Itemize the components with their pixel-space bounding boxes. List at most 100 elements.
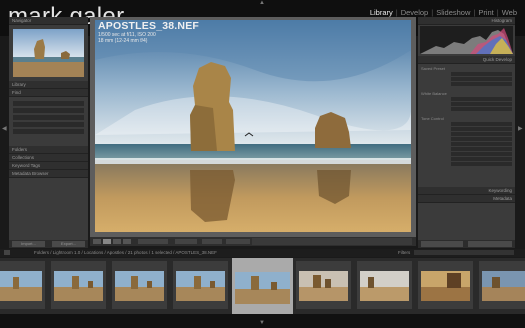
sync-settings-button[interactable] xyxy=(421,241,463,247)
metadata-browser-label: Metadata Browser xyxy=(12,171,49,176)
keywording-label: Keywording xyxy=(488,188,512,193)
module-print[interactable]: Print xyxy=(476,8,495,17)
navigator-label: Navigator xyxy=(12,18,32,23)
navigator-header[interactable]: Navigator xyxy=(9,17,88,25)
metadata-label: Metadata xyxy=(493,196,512,201)
keyword-tags-label: Keyword Tags xyxy=(12,163,41,168)
main-photo[interactable] xyxy=(95,20,411,232)
find-rule-2[interactable] xyxy=(13,108,84,113)
find-rule-5[interactable] xyxy=(13,129,84,134)
tone-control-label: Tone Control xyxy=(421,116,444,121)
white-balance-group: White Balance xyxy=(418,89,515,114)
module-library[interactable]: Library xyxy=(368,8,395,17)
folders-section[interactable]: Folders xyxy=(9,146,88,154)
collections-section[interactable]: Collections xyxy=(9,154,88,162)
module-picker: Library | Develop | Slideshow | Print | Web xyxy=(368,8,519,17)
left-panel: Navigator Library Find Folders Collectio… xyxy=(9,17,88,241)
second-window-button[interactable] xyxy=(4,250,10,255)
saved-preset-label: Saved Preset xyxy=(421,66,446,71)
collapse-top-triangle-icon[interactable]: ▲ xyxy=(259,0,265,6)
library-section[interactable]: Library xyxy=(9,81,88,89)
brightness-buttons[interactable] xyxy=(451,147,512,151)
find-rule-3[interactable] xyxy=(13,115,84,120)
library-label: Library xyxy=(12,82,26,87)
filmstrip-thumbnail[interactable] xyxy=(0,261,45,309)
module-develop[interactable]: Develop xyxy=(399,8,431,17)
main-photo-image xyxy=(95,20,411,232)
filmstrip-thumbnail[interactable] xyxy=(357,261,412,309)
toolbar xyxy=(90,237,416,246)
preset-dropdown[interactable] xyxy=(451,72,512,76)
navigator-thumbnail xyxy=(13,29,84,77)
thumbnail-image xyxy=(235,272,290,304)
filmstrip-thumbnail-selected[interactable] xyxy=(232,258,293,314)
exposure-buttons[interactable] xyxy=(451,127,512,131)
white-balance-dropdown[interactable] xyxy=(451,97,512,101)
module-web[interactable]: Web xyxy=(500,8,519,17)
find-section[interactable]: Find xyxy=(9,89,88,97)
white-balance-label: White Balance xyxy=(421,91,447,96)
quick-develop-label: Quick Develop xyxy=(482,57,512,62)
photo-info-overlay: 1/500 sec at f/11, ISO 200 18 mm (12-24 … xyxy=(98,32,156,44)
crop-ratio-dropdown[interactable] xyxy=(451,77,512,81)
find-fields xyxy=(9,97,88,138)
histogram-label: Histogram xyxy=(491,18,512,23)
histogram-header[interactable]: Histogram xyxy=(418,17,515,25)
tint-buttons[interactable] xyxy=(451,107,512,111)
auto-tone-button[interactable] xyxy=(451,122,512,126)
filmstrip xyxy=(0,258,525,314)
keywording-header[interactable]: Keywording xyxy=(418,187,515,195)
fill-light-buttons[interactable] xyxy=(451,137,512,141)
filmstrip-bar: Folders / Lightroom 1.0 / Locations / Ap… xyxy=(0,249,525,257)
thumbnail-image xyxy=(482,271,525,301)
metadata-header[interactable]: Metadata xyxy=(418,195,515,203)
find-label: Find xyxy=(12,90,21,95)
saved-preset-group: Saved Preset xyxy=(418,64,515,89)
collapse-left-triangle-icon[interactable]: ◀ xyxy=(2,125,7,132)
vibrance-buttons[interactable] xyxy=(451,157,512,161)
compare-view-button[interactable] xyxy=(113,239,121,244)
source-path[interactable]: Folders / Lightroom 1.0 / Locations / Ap… xyxy=(34,250,217,255)
histogram[interactable] xyxy=(420,26,513,54)
loupe-view-button[interactable] xyxy=(103,239,111,244)
collapse-bottom-triangle-icon[interactable]: ▼ xyxy=(259,320,265,326)
collapse-right-triangle-icon[interactable]: ▶ xyxy=(518,125,523,132)
grid-view-button[interactable] xyxy=(93,239,101,244)
thumbnail-image xyxy=(360,271,409,301)
export-button[interactable]: Export... xyxy=(52,241,85,247)
temperature-buttons[interactable] xyxy=(451,102,512,106)
metadata-browser-section[interactable]: Metadata Browser xyxy=(9,170,88,178)
find-rule-1[interactable] xyxy=(13,101,84,106)
navigation-arrows[interactable] xyxy=(226,239,250,244)
find-rule-4[interactable] xyxy=(13,122,84,127)
filmstrip-thumbnail[interactable] xyxy=(296,261,351,309)
filmstrip-thumbnail[interactable] xyxy=(173,261,228,309)
filmstrip-thumbnail[interactable] xyxy=(418,261,473,309)
rating-stars[interactable] xyxy=(138,239,168,244)
keyword-tags-section[interactable]: Keyword Tags xyxy=(9,162,88,170)
slideshow-control[interactable] xyxy=(252,238,412,245)
flag-controls[interactable] xyxy=(175,239,197,244)
recovery-buttons[interactable] xyxy=(451,132,512,136)
treatment-dropdown[interactable] xyxy=(451,82,512,86)
module-slideshow[interactable]: Slideshow xyxy=(434,8,472,17)
filmstrip-thumbnail[interactable] xyxy=(112,261,167,309)
right-panel: Histogram Quick Develop Saved Preset Whi… xyxy=(418,17,515,241)
thumbnail-image xyxy=(115,271,164,301)
rotate-controls[interactable] xyxy=(202,239,222,244)
photo-filename: APOSTLES_38.NEF xyxy=(98,20,200,32)
clarity-buttons[interactable] xyxy=(451,162,512,166)
sync-metadata-button[interactable] xyxy=(468,241,512,247)
thumbnail-image xyxy=(176,271,225,301)
navigator-preview[interactable] xyxy=(13,29,84,77)
blacks-buttons[interactable] xyxy=(451,142,512,146)
thumbnail-image xyxy=(0,271,42,301)
quick-develop-header[interactable]: Quick Develop xyxy=(418,56,515,64)
import-button[interactable]: Import... xyxy=(12,241,45,247)
filters-label: Filters xyxy=(398,250,411,255)
contrast-buttons[interactable] xyxy=(451,152,512,156)
filter-stars[interactable] xyxy=(414,250,514,255)
survey-view-button[interactable] xyxy=(123,239,131,244)
filmstrip-thumbnail[interactable] xyxy=(51,261,106,309)
filmstrip-thumbnail[interactable] xyxy=(479,261,525,309)
